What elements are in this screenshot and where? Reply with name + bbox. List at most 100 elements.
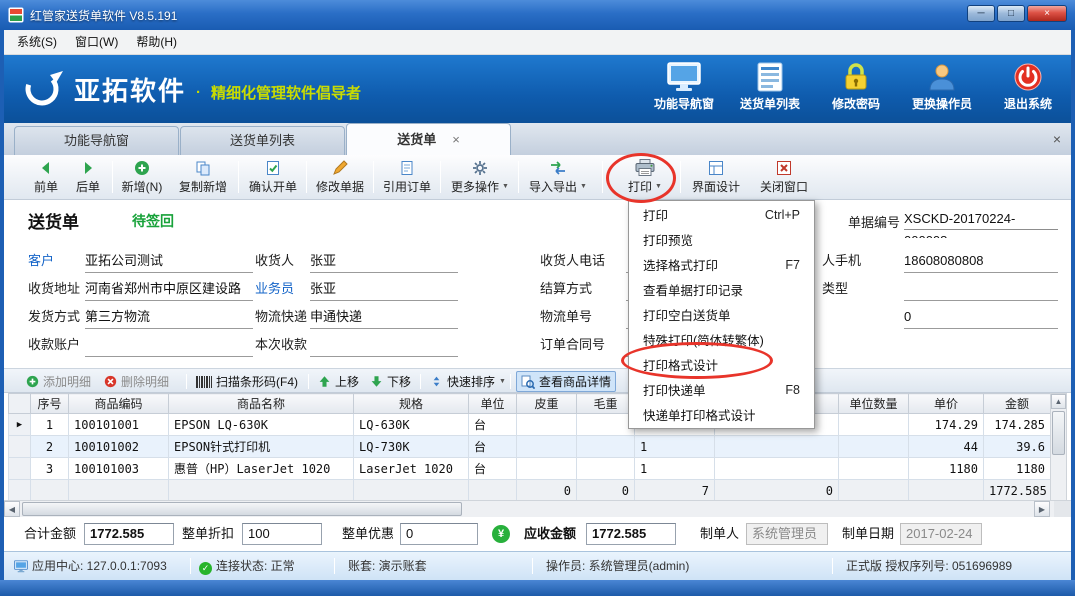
menu-item-print-format-design[interactable]: 打印格式设计 (629, 352, 814, 377)
col-gross[interactable]: 毛重 (577, 394, 635, 414)
banner-action-nav-window[interactable]: 功能导航窗 (653, 62, 715, 112)
move-down-button[interactable]: 下移 (366, 371, 415, 392)
cell-gross[interactable] (577, 436, 635, 458)
cell-unit[interactable]: 台 (469, 414, 517, 436)
payment-field[interactable] (310, 333, 458, 357)
address-field[interactable]: 河南省郑州市中原区建设路 (85, 277, 253, 301)
scroll-up-icon[interactable]: ▲ (1051, 394, 1066, 409)
cell-product-name[interactable]: EPSON针式打印机 (169, 436, 354, 458)
cell-product-code[interactable]: 100101003 (69, 458, 169, 480)
cell-spec[interactable]: LQ-730K (354, 436, 469, 458)
cell-seq[interactable]: 1 (31, 414, 69, 436)
vertical-scroll-thumb[interactable] (1052, 411, 1065, 455)
account-field[interactable] (85, 333, 253, 357)
cell-extra[interactable] (715, 436, 839, 458)
cell-gross[interactable] (577, 414, 635, 436)
ship-method-field[interactable]: 第三方物流 (85, 305, 253, 329)
cell-qty[interactable]: 1 (635, 436, 715, 458)
menu-item-print-preview[interactable]: 打印预览 (629, 227, 814, 252)
ui-design-button[interactable]: 界面设计 (684, 157, 748, 197)
cell-product-code[interactable]: 100101002 (69, 436, 169, 458)
reduction-field[interactable]: 0 (400, 523, 478, 545)
cell-qty[interactable]: 1 (635, 458, 715, 480)
cell-product-code[interactable]: 100101001 (69, 414, 169, 436)
receiver-field[interactable]: 张亚 (310, 249, 458, 273)
menu-item-view-print-log[interactable]: 查看单据打印记录 (629, 277, 814, 302)
cell-product-name[interactable]: 惠普（HP）LaserJet 1020 (169, 458, 354, 480)
import-export-button[interactable]: 导入导出▼ (522, 157, 594, 197)
cell-amount[interactable]: 1180 (984, 458, 1051, 480)
delete-detail-button[interactable]: 删除明细 (100, 371, 173, 392)
menu-item-system[interactable]: 系统(S) (8, 30, 66, 54)
menu-item-print-express[interactable]: 打印快递单F8 (629, 377, 814, 402)
banner-action-switch-operator[interactable]: 更换操作员 (911, 62, 973, 112)
tab-nav-window[interactable]: 功能导航窗 (14, 126, 179, 155)
confirm-order-button[interactable]: 确认开单 (242, 157, 304, 197)
add-new-button[interactable]: 新增(N) (116, 157, 168, 197)
cell-unit-qty[interactable] (839, 436, 909, 458)
receiver-mobile-field[interactable]: 18608080808 (904, 249, 1058, 273)
col-unit-qty[interactable]: 单位数量 (839, 394, 909, 414)
discount-field[interactable]: 100 (242, 523, 322, 545)
menu-item-select-format-print[interactable]: 选择格式打印F7 (629, 252, 814, 277)
total-amount-field[interactable]: 1772.585 (84, 523, 174, 545)
col-unit[interactable]: 单位 (469, 394, 517, 414)
col-product-name[interactable]: 商品名称 (169, 394, 354, 414)
tab-order-list[interactable]: 送货单列表 (180, 126, 345, 155)
menu-item-window[interactable]: 窗口(W) (66, 30, 127, 54)
scan-barcode-button[interactable]: 扫描条形码(F4) (192, 371, 302, 392)
add-detail-button[interactable]: 添加明细 (22, 371, 95, 392)
move-up-button[interactable]: 上移 (314, 371, 363, 392)
scroll-right-icon[interactable]: ▶ (1034, 501, 1050, 517)
banner-action-change-password[interactable]: 修改密码 (825, 62, 887, 112)
more-actions-button[interactable]: 更多操作▼ (444, 157, 516, 197)
col-amount[interactable]: 金额 (984, 394, 1051, 414)
tab-close-icon[interactable]: × (452, 132, 460, 147)
cell-unit-qty[interactable] (839, 414, 909, 436)
receivable-field[interactable]: 1772.585 (586, 523, 676, 545)
cell-spec[interactable]: LQ-630K (354, 414, 469, 436)
vertical-scrollbar[interactable]: ▲ ▼ (1050, 393, 1067, 517)
copy-new-button[interactable]: 复制新增 (170, 157, 236, 197)
modify-order-button[interactable]: 修改单据 (309, 157, 371, 197)
minimize-button[interactable]: ─ (967, 5, 995, 22)
view-product-detail-button[interactable]: 查看商品详情 (516, 371, 616, 392)
col-tare[interactable]: 皮重 (517, 394, 577, 414)
menu-item-print-blank-order[interactable]: 打印空白送货单 (629, 302, 814, 327)
cell-tare[interactable] (517, 436, 577, 458)
cell-seq[interactable]: 2 (31, 436, 69, 458)
cell-amount[interactable]: 39.6 (984, 436, 1051, 458)
quick-sort-button[interactable]: 快速排序 ▼ (426, 371, 510, 392)
cell-extra[interactable] (715, 458, 839, 480)
banner-action-exit[interactable]: 退出系统 (997, 62, 1059, 112)
horizontal-scrollbar[interactable]: ◀ ▶ (4, 500, 1071, 517)
type-field[interactable] (904, 277, 1058, 301)
tab-delivery-order[interactable]: 送货单× (346, 123, 511, 155)
cell-unit-price[interactable]: 174.29 (909, 414, 984, 436)
cell-unit-price[interactable]: 44 (909, 436, 984, 458)
cell-seq[interactable]: 3 (31, 458, 69, 480)
horizontal-scroll-thumb[interactable] (22, 502, 462, 516)
tabstrip-close-icon[interactable]: × (1053, 131, 1061, 147)
banner-action-order-list[interactable]: 送货单列表 (739, 62, 801, 112)
next-order-button[interactable]: 后单 (66, 157, 110, 197)
menu-item-express-format-design[interactable]: 快递单打印格式设计 (629, 402, 814, 427)
customer-label[interactable]: 客户 (28, 248, 54, 274)
prev-order-button[interactable]: 前单 (24, 157, 68, 197)
extra-field[interactable]: 0 (904, 305, 1058, 329)
cell-tare[interactable] (517, 414, 577, 436)
cell-unit-price[interactable]: 1180 (909, 458, 984, 480)
salesman-field[interactable]: 张亚 (310, 277, 458, 301)
cell-unit[interactable]: 台 (469, 458, 517, 480)
menu-item-help[interactable]: 帮助(H) (127, 30, 186, 54)
cell-gross[interactable] (577, 458, 635, 480)
scroll-left-icon[interactable]: ◀ (4, 501, 20, 517)
reference-order-button[interactable]: 引用订单 (376, 157, 438, 197)
menu-item-special-print[interactable]: 特殊打印(简体转繁体) (629, 327, 814, 352)
cell-tare[interactable] (517, 458, 577, 480)
col-product-code[interactable]: 商品编码 (69, 394, 169, 414)
cell-spec[interactable]: LaserJet 1020 (354, 458, 469, 480)
salesman-label[interactable]: 业务员 (255, 276, 294, 302)
close-button[interactable]: × (1027, 5, 1067, 22)
close-window-button[interactable]: 关闭窗口 (752, 157, 816, 197)
